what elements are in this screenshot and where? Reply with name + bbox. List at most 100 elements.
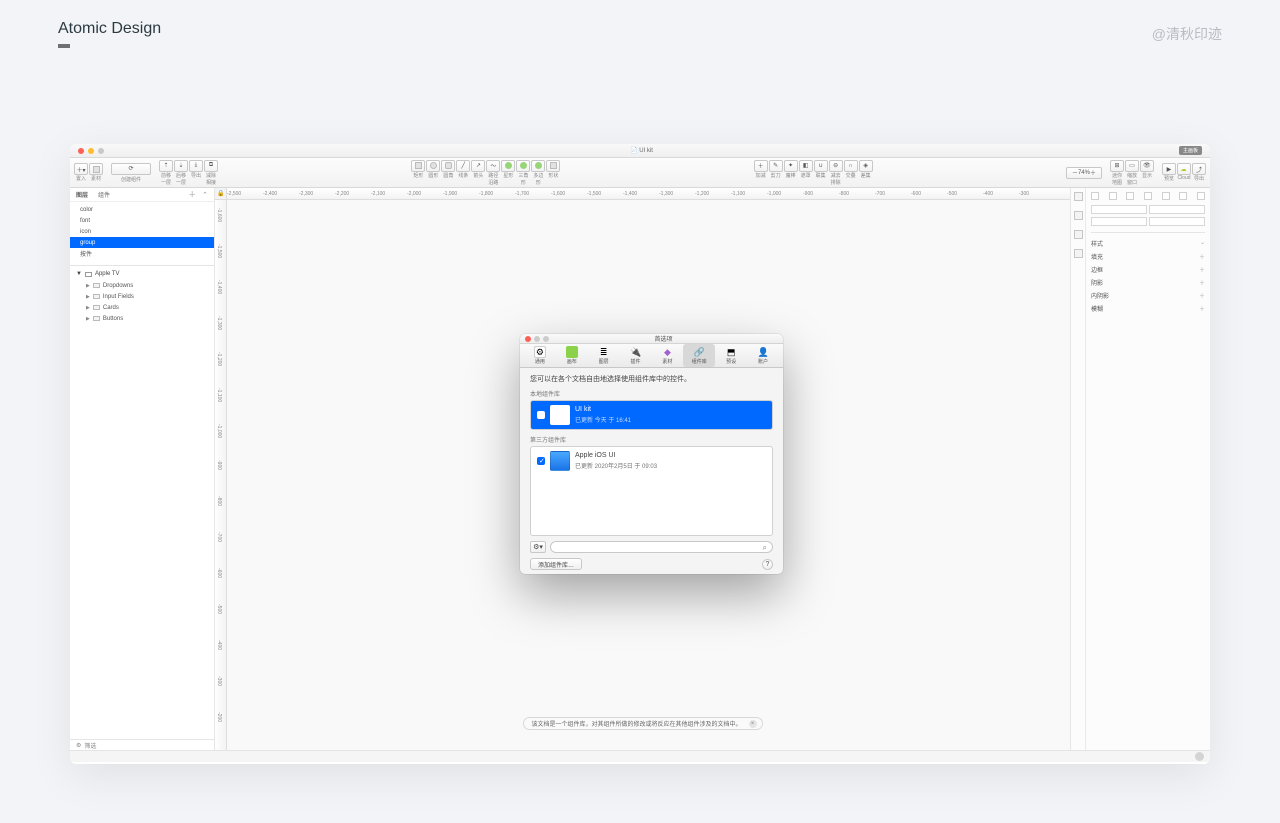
minimize-icon[interactable] xyxy=(88,148,94,154)
view-window-button[interactable]: ▭ xyxy=(1125,160,1139,172)
align-bottom-icon[interactable] xyxy=(1179,192,1187,200)
library-row[interactable]: Apple iOS UI 已更新 2020年2月5日 于 09:03 xyxy=(531,447,772,475)
size-field[interactable] xyxy=(1149,205,1205,214)
pref-tab-layers[interactable]: ≣图层 xyxy=(588,344,620,367)
cloud-button[interactable]: ☁ xyxy=(1177,163,1191,175)
checkbox-icon[interactable] xyxy=(537,457,545,465)
zoom-field[interactable]: － 74% ＋ xyxy=(1066,167,1102,179)
shape-shape-button[interactable] xyxy=(546,160,560,172)
backward-button[interactable]: ⇣ xyxy=(174,160,188,172)
material-label: 素材 xyxy=(89,175,103,182)
position-field[interactable] xyxy=(1091,217,1147,226)
t4: 素材 xyxy=(662,358,672,365)
shape-polygon-button[interactable] xyxy=(531,160,545,172)
create-symbol-button[interactable]: ⟳ xyxy=(111,163,151,175)
inspector-tab-icon[interactable] xyxy=(1074,249,1083,258)
align-center-icon[interactable] xyxy=(1109,192,1117,200)
ruler-mark: -800 xyxy=(216,496,222,506)
shape-line-button[interactable]: ╱ xyxy=(456,160,470,172)
filter-icon[interactable]: ⌃ xyxy=(202,191,208,199)
distribute-h-icon[interactable] xyxy=(1197,192,1205,200)
status-icon[interactable] xyxy=(1195,752,1204,761)
l-poly: 多边形 xyxy=(531,172,545,186)
shape-rounded-button[interactable] xyxy=(441,160,455,172)
size-field[interactable] xyxy=(1091,205,1147,214)
pref-tab-canvas[interactable]: 画布 xyxy=(556,344,588,367)
shape-rect-button[interactable] xyxy=(411,160,425,172)
pref-tab-assets[interactable]: ◆素材 xyxy=(652,344,684,367)
layer-item[interactable]: icon xyxy=(70,226,214,237)
pref-tab-plugins[interactable]: 🔌插件 xyxy=(620,344,652,367)
op-pen-button[interactable]: ✎ xyxy=(769,160,783,172)
close-icon[interactable]: × xyxy=(749,720,757,728)
preview-button[interactable]: ▶ xyxy=(1162,163,1176,175)
main-artboard-button[interactable]: 主画板 xyxy=(1179,146,1202,155)
l-oval: 圆形 xyxy=(426,172,440,186)
search-input[interactable] xyxy=(550,541,773,553)
component-item[interactable]: ▶Cards xyxy=(70,302,214,313)
op-diff-button[interactable]: ◈ xyxy=(859,160,873,172)
inspector-tab-icon[interactable] xyxy=(1074,230,1083,239)
add-border-button[interactable]: ＋ xyxy=(1199,265,1205,274)
op-plus-button[interactable]: ＋ xyxy=(754,160,768,172)
chevron-down-icon[interactable]: ⌄ xyxy=(1200,239,1205,248)
inspector-tab-icon[interactable] xyxy=(1074,211,1083,220)
close-icon[interactable] xyxy=(525,336,531,342)
forward-button[interactable]: ⇡ xyxy=(159,160,173,172)
inspector-tab-icon[interactable] xyxy=(1074,192,1083,201)
export-button[interactable]: ⤓ xyxy=(189,160,203,172)
insert-button[interactable]: ＋▾ xyxy=(74,163,88,175)
add-shadow-button[interactable]: ＋ xyxy=(1199,278,1205,287)
op-magic-button[interactable]: ✦ xyxy=(784,160,798,172)
l-arrow: 箭头 xyxy=(471,172,485,186)
gear-dropdown-button[interactable]: ⚙▾ xyxy=(530,541,546,553)
align-top-icon[interactable] xyxy=(1144,192,1152,200)
align-right-icon[interactable] xyxy=(1126,192,1134,200)
op-subtract-button[interactable]: ⊖ xyxy=(829,160,843,172)
layer-item[interactable]: font xyxy=(70,215,214,226)
gear-icon[interactable]: ⚙ xyxy=(76,742,81,749)
l-round: 圆角 xyxy=(441,172,455,186)
component-item[interactable]: ▶Dropdowns xyxy=(70,280,214,291)
checkbox-icon[interactable] xyxy=(537,411,545,419)
align-left-icon[interactable] xyxy=(1091,192,1099,200)
close-icon[interactable] xyxy=(78,148,84,154)
view-show-button[interactable]: 👁 xyxy=(1140,160,1154,172)
align-middle-icon[interactable] xyxy=(1162,192,1170,200)
library-row-selected[interactable]: UI kit 已更新 今天 于 16:41 xyxy=(531,401,772,429)
op-union-button[interactable]: ∪ xyxy=(814,160,828,172)
shape-oval-button[interactable] xyxy=(426,160,440,172)
merge-path-button[interactable]: ⧉ xyxy=(204,160,218,172)
op-intersect-button[interactable]: ∩ xyxy=(844,160,858,172)
add-inshadow-button[interactable]: ＋ xyxy=(1199,291,1205,300)
export2-button[interactable]: ⤴ xyxy=(1192,163,1206,175)
tab-components[interactable]: 组件 xyxy=(98,190,110,199)
add-layer-button[interactable]: ＋ xyxy=(188,189,196,200)
add-blur-button[interactable]: ＋ xyxy=(1199,304,1205,313)
layer-item[interactable]: 按件 xyxy=(70,248,214,259)
layer-item-selected[interactable]: group xyxy=(70,237,214,248)
help-button[interactable]: ? xyxy=(762,559,773,570)
traffic-lights[interactable] xyxy=(78,148,104,154)
pref-tab-presets[interactable]: ⬒预设 xyxy=(715,344,747,367)
add-fill-button[interactable]: ＋ xyxy=(1199,252,1205,261)
component-section-header[interactable]: ▼Apple TV xyxy=(70,268,214,280)
add-library-button[interactable]: 添加组件库… xyxy=(530,558,582,570)
material-button[interactable] xyxy=(89,163,103,175)
filter-label[interactable]: 筛选 xyxy=(84,741,96,750)
ruler-mark: -700 xyxy=(216,532,222,542)
tab-pages[interactable]: 图层 xyxy=(76,190,88,199)
shape-star-button[interactable] xyxy=(501,160,515,172)
component-item[interactable]: ▶Buttons xyxy=(70,313,214,324)
component-item[interactable]: ▶Input Fields xyxy=(70,291,214,302)
view-zoom-button[interactable]: ⊞ xyxy=(1110,160,1124,172)
shape-triangle-button[interactable] xyxy=(516,160,530,172)
pref-tab-account[interactable]: 👤账户 xyxy=(747,344,779,367)
pref-tab-libraries[interactable]: 🔗组件库 xyxy=(683,344,715,367)
shape-arrow-button[interactable]: ↗ xyxy=(471,160,485,172)
op-mask-button[interactable]: ◧ xyxy=(799,160,813,172)
layer-item[interactable]: color xyxy=(70,204,214,215)
position-field[interactable] xyxy=(1149,217,1205,226)
shape-text-path-button[interactable]: 〜 xyxy=(486,160,500,172)
pref-tab-general[interactable]: ⚙通用 xyxy=(524,344,556,367)
